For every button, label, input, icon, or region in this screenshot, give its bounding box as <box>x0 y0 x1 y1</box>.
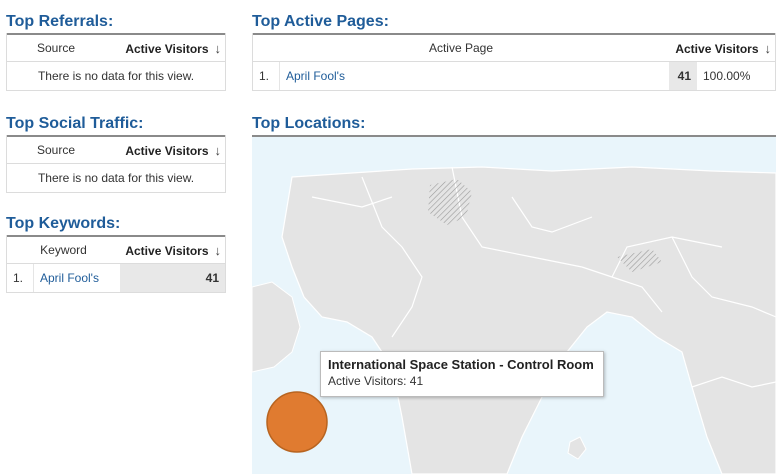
top-active-pages-table: Active Page Active Visitors ↓ 1. April Fo… <box>253 33 775 91</box>
row-value: 41 <box>669 61 697 91</box>
top-social-table: Source Active Visitors ↓ There is no data… <box>7 135 225 193</box>
table-row: 1. April Fool's 41 100.00% <box>253 61 775 91</box>
top-social-section: Top Social Traffic: Source Active Visito… <box>6 113 226 193</box>
arrow-down-icon: ↓ <box>764 40 772 56</box>
location-tooltip: International Space Station - Control Ro… <box>320 351 604 397</box>
top-keywords-table: Keyword Active Visitors ↓ 1. April Fool's… <box>7 235 225 293</box>
top-referrals-title: Top Referrals: <box>6 13 114 30</box>
col-header-active-visitors-label: Active Visitors <box>125 243 209 258</box>
top-referrals-section: Top Referrals: Source Active Visitors ↓ T… <box>6 11 226 91</box>
top-referrals-table: Source Active Visitors ↓ There is no data… <box>7 33 225 91</box>
top-keywords-table-box: Keyword Active Visitors ↓ 1. April Fool's… <box>6 235 226 293</box>
table-row: 1. April Fool's 41 <box>7 263 225 293</box>
tooltip-active-visitors: Active Visitors: 41 <box>328 374 424 388</box>
arrow-down-icon: ↓ <box>214 142 222 158</box>
row-rank: 1. <box>7 263 34 293</box>
row-rank: 1. <box>253 61 280 91</box>
col-header-active-visitors[interactable]: Active Visitors ↓ <box>105 136 225 164</box>
col-header-active-page[interactable]: Active Page <box>253 34 669 62</box>
top-keywords-section: Top Keywords: Keyword Active Visitors ↓ 1… <box>6 213 226 293</box>
col-header-active-visitors[interactable]: Active Visitors ↓ <box>120 236 225 264</box>
top-keywords-title: Top Keywords: <box>6 215 121 232</box>
map-landmass <box>281 166 776 474</box>
page-link[interactable]: April Fool's <box>286 69 345 83</box>
top-active-pages-title: Top Active Pages: <box>252 13 389 30</box>
col-header-active-visitors-label: Active Visitors <box>125 143 209 158</box>
top-social-table-box: Source Active Visitors ↓ There is no data… <box>6 135 226 193</box>
top-locations-title-wrap: Top Locations: <box>252 113 776 135</box>
no-data-message: There is no data for this view. <box>7 163 225 193</box>
tooltip-location-name: International Space Station - Control Ro… <box>328 357 594 372</box>
map-peninsula-west <box>252 281 301 373</box>
col-header-active-visitors[interactable]: Active Visitors ↓ <box>669 34 775 62</box>
no-data-message: There is no data for this view. <box>7 61 225 91</box>
top-social-title: Top Social Traffic: <box>6 115 144 132</box>
top-active-pages-section: Top Active Pages: Active Page Active Vis… <box>252 11 776 91</box>
row-value: 41 <box>120 263 225 293</box>
arrow-down-icon: ↓ <box>214 242 222 258</box>
top-referrals-table-box: Source Active Visitors ↓ There is no data… <box>6 33 226 91</box>
arrow-down-icon: ↓ <box>214 40 222 56</box>
col-header-source[interactable]: Source <box>7 136 105 164</box>
col-header-keyword[interactable]: Keyword <box>7 236 120 264</box>
top-active-pages-table-box: Active Page Active Visitors ↓ 1. April Fo… <box>252 33 776 91</box>
top-locations-title: Top Locations: <box>252 115 366 132</box>
row-percent: 100.00% <box>697 61 775 91</box>
keyword-link[interactable]: April Fool's <box>40 271 99 285</box>
col-header-source[interactable]: Source <box>7 34 105 62</box>
row-name-cell: April Fool's <box>279 61 669 91</box>
row-name-cell: April Fool's <box>33 263 120 293</box>
col-header-active-visitors-label: Active Visitors <box>125 41 209 56</box>
map-island <box>567 436 587 460</box>
locations-map[interactable] <box>252 135 776 474</box>
map-svg <box>252 166 776 474</box>
location-marker[interactable] <box>266 391 328 453</box>
col-header-active-visitors[interactable]: Active Visitors ↓ <box>105 34 225 62</box>
col-header-active-visitors-label: Active Visitors <box>675 41 759 56</box>
